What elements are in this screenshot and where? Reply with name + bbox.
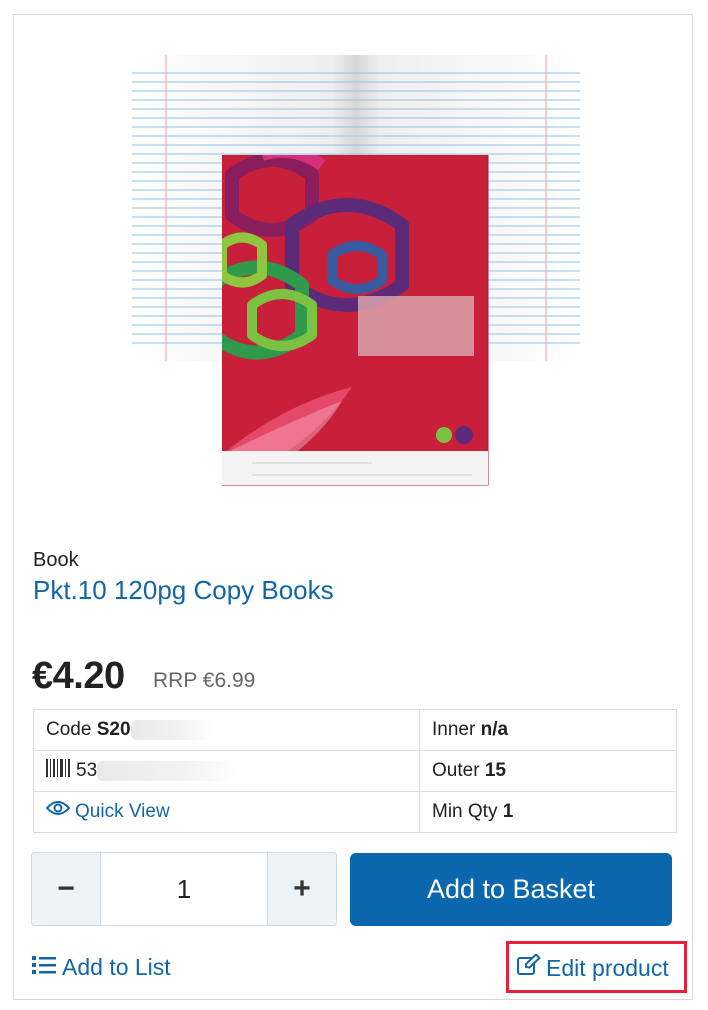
table-row: Quick View Min Qty 1 xyxy=(33,791,677,833)
code-cell: Code S20 xyxy=(33,709,420,751)
product-image[interactable] xyxy=(132,55,582,505)
barcode-value: 53 xyxy=(76,760,98,782)
outer-value: 15 xyxy=(484,760,506,781)
inner-label: Inner xyxy=(432,719,476,740)
table-row: 53 Outer 15 xyxy=(33,750,677,792)
barcode-cell: 53 xyxy=(33,750,420,792)
redacted-code xyxy=(130,719,213,740)
code-label: Code xyxy=(46,719,92,740)
product-category: Book xyxy=(33,549,79,571)
eye-icon xyxy=(45,800,71,822)
product-details-table: Code S20 Inner n/a 53 Outer 15 Quick Vie… xyxy=(33,709,677,833)
add-to-basket-button[interactable]: Add to Basket xyxy=(350,853,672,926)
inner-value: n/a xyxy=(480,719,509,740)
code-value: S20 xyxy=(96,719,131,740)
list-icon xyxy=(32,954,56,981)
increase-quantity-button[interactable]: + xyxy=(267,853,336,925)
min-qty-value: 1 xyxy=(502,801,514,822)
quick-view-link[interactable]: Quick View xyxy=(45,800,170,822)
barcode-icon xyxy=(46,759,70,783)
outer-cell: Outer 15 xyxy=(419,750,677,792)
outer-label: Outer xyxy=(432,760,480,781)
product-price: €4.20 xyxy=(32,655,125,697)
min-qty-cell: Min Qty 1 xyxy=(419,791,677,833)
edit-icon xyxy=(517,953,541,982)
add-to-list-link[interactable]: Add to List xyxy=(32,954,171,981)
add-to-list-label: Add to List xyxy=(62,954,171,980)
quantity-input[interactable] xyxy=(101,853,267,925)
quick-view-cell: Quick View xyxy=(33,791,420,833)
product-card: Book Pkt.10 120pg Copy Books €4.20 RRP €… xyxy=(13,14,693,1000)
notebook-cover-illustration xyxy=(222,155,489,486)
min-qty-label: Min Qty xyxy=(432,801,498,822)
decrease-quantity-button[interactable]: − xyxy=(32,853,101,925)
redacted-barcode xyxy=(97,761,238,781)
edit-product-label: Edit product xyxy=(546,954,669,981)
product-rrp: RRP €6.99 xyxy=(153,669,256,692)
quick-view-label: Quick View xyxy=(75,801,170,822)
product-title-link[interactable]: Pkt.10 120pg Copy Books xyxy=(33,575,334,606)
edit-product-link[interactable]: Edit product xyxy=(517,953,669,982)
table-row: Code S20 Inner n/a xyxy=(33,709,677,751)
inner-cell: Inner n/a xyxy=(419,709,677,751)
quantity-stepper: − + xyxy=(31,852,337,926)
